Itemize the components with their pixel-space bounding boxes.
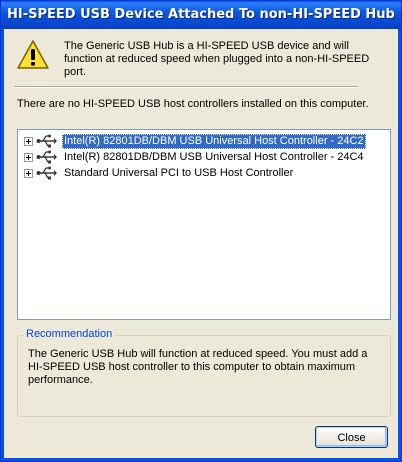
status-text: There are no HI-SPEED USB host controlle… <box>17 98 369 110</box>
tree-item-24c4[interactable]: Intel(R) 82801DB/DBM USB Universal Host … <box>24 150 384 166</box>
tree-item-label[interactable]: Intel(R) 82801DB/DBM USB Universal Host … <box>62 134 366 149</box>
recommendation-title: Recommendation <box>24 328 115 340</box>
header-band: The Generic USB Hub is a HI-SPEED USB de… <box>4 29 398 86</box>
tree-item-pci[interactable]: Standard Universal PCI to USB Host Contr… <box>24 166 384 182</box>
close-button[interactable]: Close <box>315 426 388 448</box>
tree-item-label[interactable]: Standard Universal PCI to USB Host Contr… <box>62 166 295 181</box>
title-bar[interactable]: HI-SPEED USB Device Attached To non-HI-S… <box>1 1 401 29</box>
header-separator <box>14 86 358 88</box>
expand-icon[interactable] <box>24 169 33 178</box>
expand-icon[interactable] <box>24 153 33 162</box>
usb-icon <box>36 166 57 180</box>
recommendation-text: The Generic USB Hub will function at red… <box>28 348 368 386</box>
dialog-window: HI-SPEED USB Device Attached To non-HI-S… <box>0 0 402 462</box>
window-title: HI-SPEED USB Device Attached To non-HI-S… <box>7 7 395 22</box>
recommendation-group: Recommendation The Generic USB Hub will … <box>17 328 391 417</box>
usb-icon <box>36 150 57 164</box>
tree-item-label[interactable]: Intel(R) 82801DB/DBM USB Universal Host … <box>62 150 366 165</box>
warning-icon <box>17 40 49 69</box>
expand-icon[interactable] <box>24 137 33 146</box>
usb-icon <box>36 134 57 148</box>
dialog-client-area: The Generic USB Hub is a HI-SPEED USB de… <box>4 29 398 458</box>
host-controller-tree[interactable]: Intel(R) 82801DB/DBM USB Universal Host … <box>17 129 391 320</box>
tree-item-24c2[interactable]: Intel(R) 82801DB/DBM USB Universal Host … <box>24 134 384 150</box>
header-message: The Generic USB Hub is a HI-SPEED USB de… <box>64 40 370 78</box>
